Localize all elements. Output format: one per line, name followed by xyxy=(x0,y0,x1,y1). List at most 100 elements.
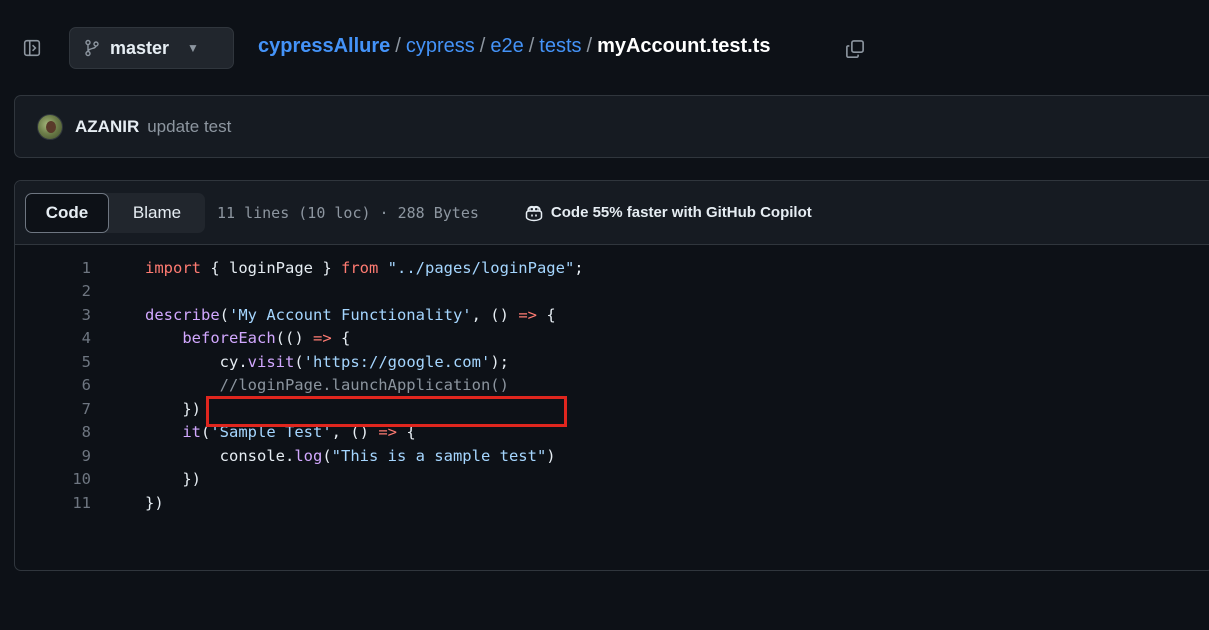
code-token: }) xyxy=(145,470,201,489)
file-header: Code Blame 11 lines (10 loc) · 288 Bytes… xyxy=(15,181,1209,245)
code-token: visit xyxy=(247,352,295,371)
code-token: console. xyxy=(145,446,295,465)
code-token: ( xyxy=(219,305,229,324)
copy-icon xyxy=(846,40,864,58)
breadcrumb-separator: / xyxy=(479,35,486,57)
code-token: , () xyxy=(471,305,519,324)
line-number[interactable]: 3 xyxy=(15,306,91,324)
line-number[interactable]: 7 xyxy=(15,400,91,418)
code-token: { xyxy=(331,329,351,348)
code-token: 'My Account Functionality' xyxy=(229,305,472,324)
avatar[interactable] xyxy=(37,113,63,140)
code-token: ( xyxy=(201,423,211,442)
breadcrumb-dir-link[interactable]: e2e xyxy=(490,35,523,58)
line-number[interactable]: 1 xyxy=(15,259,91,277)
line-content: beforeEach(() => { xyxy=(91,329,350,347)
file-viewer: Code Blame 11 lines (10 loc) · 288 Bytes… xyxy=(14,180,1209,571)
code-line: 9 console.log("This is a sample test") xyxy=(15,444,1209,468)
code-token: }) xyxy=(145,399,201,418)
line-number[interactable]: 8 xyxy=(15,423,91,441)
code-token: beforeEach xyxy=(182,329,276,348)
breadcrumb: cypressAllure / cypress / e2e / tests / … xyxy=(258,35,770,58)
code-token: => xyxy=(312,329,332,348)
commit-author-link[interactable]: AZANIR xyxy=(75,117,139,137)
code-token: ( xyxy=(322,446,332,465)
tab-code[interactable]: Code xyxy=(25,192,109,233)
latest-commit-bar: AZANIR update test xyxy=(14,95,1209,158)
breadcrumb-file-name: myAccount.test.ts xyxy=(597,35,771,57)
line-content: //loginPage.launchApplication() xyxy=(91,376,509,394)
line-content: cy.visit('https://google.com'); xyxy=(91,353,509,371)
copilot-promo-link[interactable]: Code 55% faster with GitHub Copilot xyxy=(524,204,812,222)
code-token: }) xyxy=(145,493,164,512)
code-line: 3 describe('My Account Functionality', ()… xyxy=(15,303,1209,327)
code-token: { xyxy=(397,423,416,442)
code-token: cy. xyxy=(145,352,248,371)
breadcrumb-separator: / xyxy=(528,35,535,57)
code-line: 10 }) xyxy=(15,468,1209,492)
line-number[interactable]: 6 xyxy=(15,376,91,394)
line-content: describe('My Account Functionality', () … xyxy=(91,306,556,324)
code-token: ); xyxy=(490,352,509,371)
breadcrumb-separator: / xyxy=(586,35,593,57)
git-branch-icon xyxy=(85,39,99,57)
code-token: 'Sample Test' xyxy=(210,423,332,442)
code-line: 1 import { loginPage } from "../pages/log… xyxy=(15,256,1209,280)
line-content: it('Sample Test', () => { xyxy=(91,423,416,442)
line-number[interactable]: 4 xyxy=(15,329,91,347)
code-line: 8 it('Sample Test', () => { xyxy=(15,421,1209,445)
code-token: it xyxy=(182,423,201,442)
code-token: , () xyxy=(331,423,379,442)
code-line: 2 xyxy=(15,280,1209,304)
sidebar-collapse-icon xyxy=(23,39,41,57)
code-token: (() xyxy=(275,329,313,348)
code-token: //loginPage.launchApplication() xyxy=(219,376,509,395)
code-line: 11}) xyxy=(15,491,1209,515)
sidebar-toggle-button[interactable] xyxy=(14,30,50,66)
line-content: }) xyxy=(91,494,164,512)
code-line: 6 //loginPage.launchApplication() xyxy=(15,374,1209,398)
line-content: console.log("This is a sample test") xyxy=(91,447,556,465)
branch-name: master xyxy=(110,37,170,58)
code-token: => xyxy=(518,305,537,324)
code-token: "This is a sample test" xyxy=(331,446,547,465)
branch-select-button[interactable]: master ▼ xyxy=(69,27,234,69)
breadcrumb-repo-link[interactable]: cypressAllure xyxy=(258,35,390,58)
line-content: import { loginPage } from "../pages/logi… xyxy=(91,259,584,277)
code-token: ( xyxy=(294,352,304,371)
line-number[interactable]: 5 xyxy=(15,353,91,371)
code-token: { xyxy=(536,305,556,324)
commit-message-link[interactable]: update test xyxy=(147,117,231,137)
breadcrumb-separator: / xyxy=(395,35,401,57)
code-token: => xyxy=(378,423,398,442)
view-toggle: Code Blame xyxy=(25,192,205,233)
line-number[interactable]: 10 xyxy=(15,470,91,488)
breadcrumb-dir-link[interactable]: tests xyxy=(539,35,581,58)
line-content: }) xyxy=(91,400,201,418)
file-navigation-bar: master ▼ cypressAllure / cypress / e2e /… xyxy=(0,0,1209,100)
line-content: }) xyxy=(91,470,201,488)
breadcrumb-dir-link[interactable]: cypress xyxy=(406,35,475,58)
code-token: from xyxy=(340,258,379,277)
code-token: 'https://google.com' xyxy=(303,352,491,371)
code-view: 1 import { loginPage } from "../pages/log… xyxy=(15,245,1209,515)
copilot-icon xyxy=(525,205,543,221)
code-line: 4 beforeEach(() => { xyxy=(15,327,1209,351)
code-token: { loginPage } xyxy=(201,258,341,277)
line-number[interactable]: 2 xyxy=(15,282,91,300)
copilot-promo-text: Code 55% faster with GitHub Copilot xyxy=(550,204,812,221)
code-token: log xyxy=(294,446,323,465)
code-line: 5 cy.visit('https://google.com'); xyxy=(15,350,1209,374)
copy-path-button[interactable] xyxy=(840,34,870,64)
line-number[interactable]: 9 xyxy=(15,447,91,465)
triangle-down-icon: ▼ xyxy=(187,41,199,55)
tab-blame[interactable]: Blame xyxy=(109,193,205,233)
code-token: describe xyxy=(145,305,220,324)
line-number[interactable]: 11 xyxy=(15,494,91,512)
code-token: "../pages/loginPage" xyxy=(387,258,575,277)
code-token: ) xyxy=(546,446,556,465)
